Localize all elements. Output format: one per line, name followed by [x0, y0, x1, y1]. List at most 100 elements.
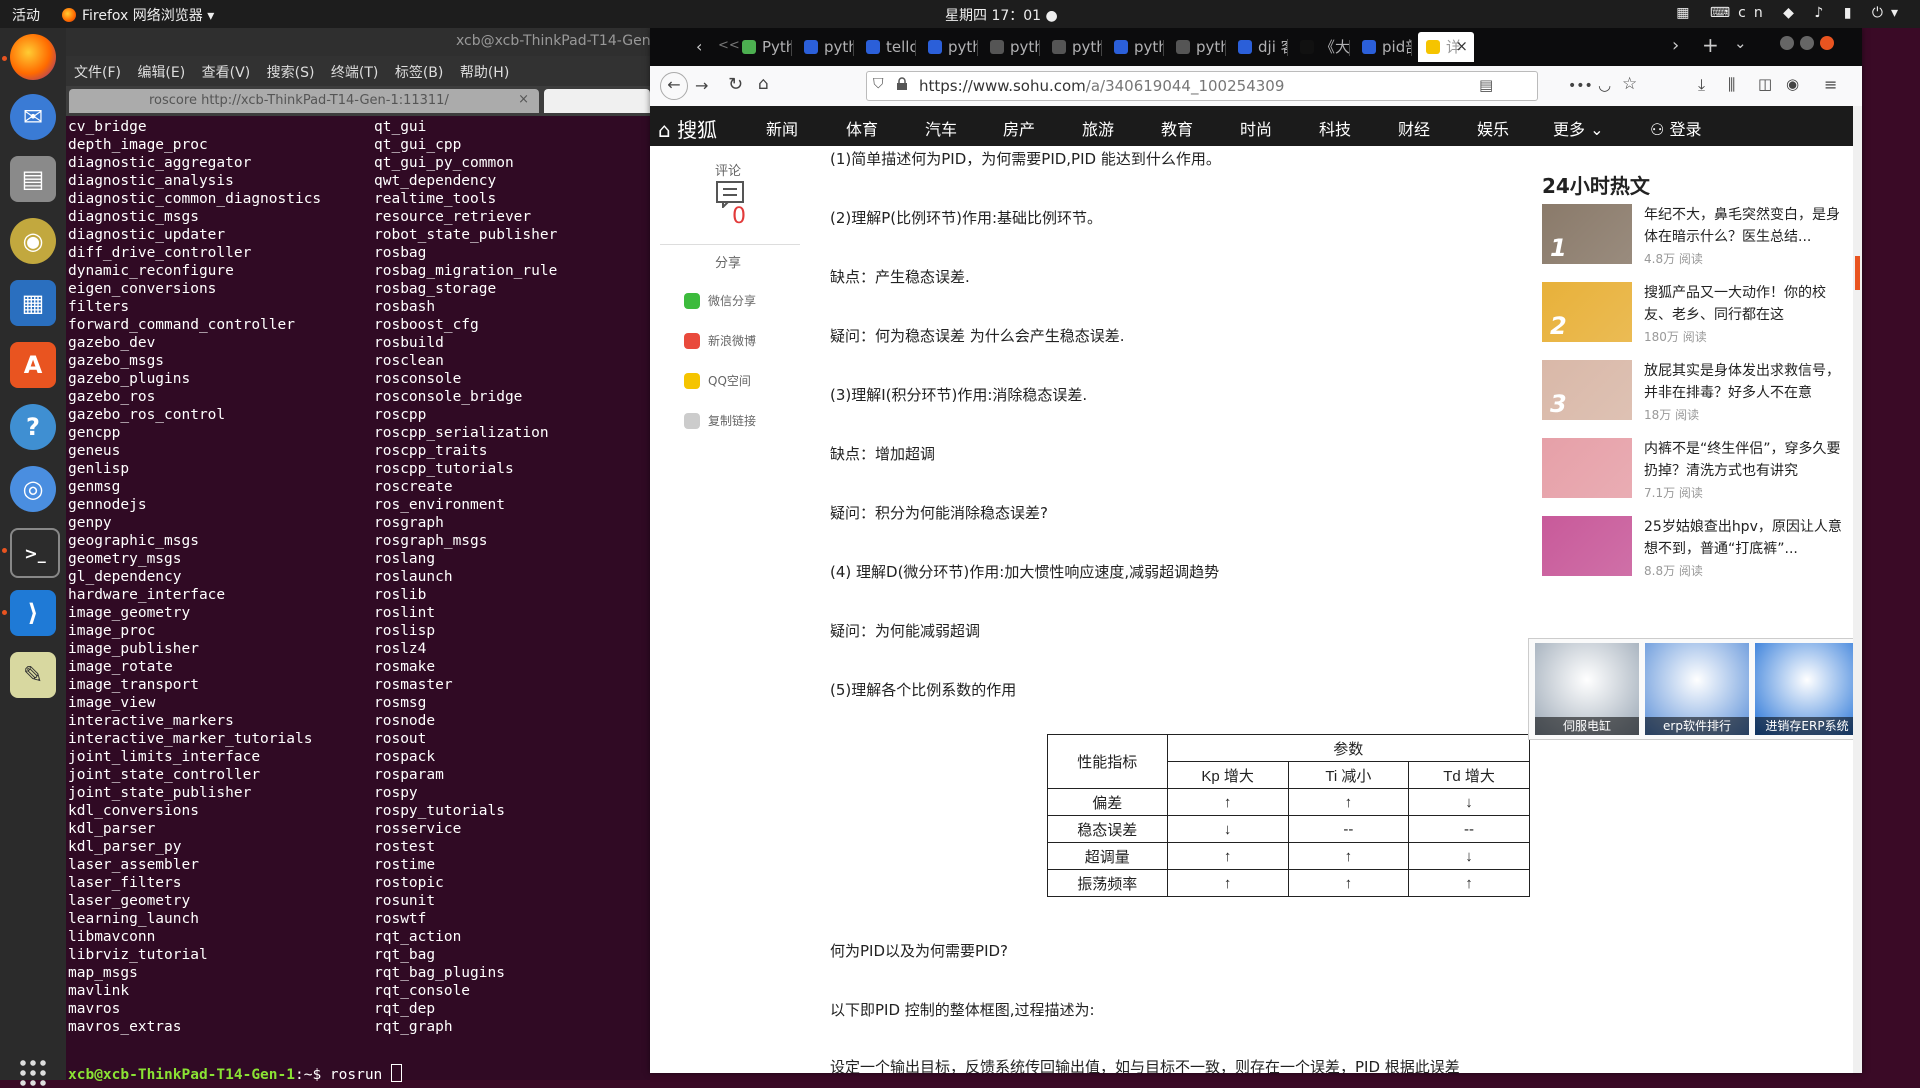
tab-overflow-indicator[interactable]: <<: [718, 38, 740, 53]
browser-tab[interactable]: pyth: [796, 32, 854, 62]
browser-tab[interactable]: pyth: [1168, 32, 1226, 62]
hamburger-menu-icon[interactable]: ≡: [1824, 75, 1837, 94]
browser-tab[interactable]: tello: [858, 32, 916, 62]
nav-item-house[interactable]: 房产: [1003, 116, 1035, 140]
scrollbar-thumb[interactable]: [1855, 256, 1860, 290]
show-apps-icon[interactable]: [18, 1058, 48, 1088]
browser-tab[interactable]: 详 ×: [1418, 32, 1474, 62]
close-tab-icon[interactable]: ×: [1455, 37, 1468, 55]
app-menu[interactable]: Firefox 网络浏览器 ▾: [62, 5, 214, 25]
article-thumbnail[interactable]: [1542, 438, 1632, 498]
close-window-icon[interactable]: [1820, 36, 1834, 50]
article-thumbnail[interactable]: 1: [1542, 204, 1632, 264]
menu-tabs[interactable]: 标签(B): [395, 62, 444, 82]
lock-icon[interactable]: [895, 77, 909, 91]
software-center-icon[interactable]: A: [10, 342, 56, 388]
hot-article[interactable]: 1 年纪不大，鼻毛突然变白，是身体在暗示什么？医生总结... 4.8万 阅读: [1542, 204, 1852, 276]
terminal-window[interactable]: xcb@xcb-ThinkPad-T14-Gen 文件(F) 编辑(E) 查看(…: [66, 28, 651, 1083]
nav-item-travel[interactable]: 旅游: [1082, 116, 1114, 140]
menu-edit[interactable]: 编辑(E): [137, 62, 185, 82]
minimize-icon[interactable]: [1780, 36, 1794, 50]
nav-item-entertainment[interactable]: 娱乐: [1477, 116, 1509, 140]
ad-tile[interactable]: erp软件排行: [1645, 643, 1749, 735]
rhythmbox-icon[interactable]: ◉: [10, 218, 56, 264]
clock[interactable]: 星期四 17：01 ●: [945, 5, 1058, 25]
back-icon[interactable]: ←: [660, 72, 688, 100]
gedit-icon[interactable]: ✎: [10, 652, 56, 698]
share-item[interactable]: 新浪微博: [684, 332, 756, 349]
hot-article-title[interactable]: 25岁姑娘查出hpv，原因让人意想不到，普通“打底裤”...: [1644, 516, 1844, 560]
browser-tab[interactable]: pyth: [1044, 32, 1102, 62]
bookmark-star-icon[interactable]: ☆: [1622, 74, 1637, 94]
menu-file[interactable]: 文件(F): [74, 62, 121, 82]
page-actions-icon[interactable]: •••: [1568, 78, 1593, 94]
browser-tab[interactable]: pid剖: [1354, 32, 1412, 62]
terminal-tab-2[interactable]: [544, 89, 650, 113]
shield-icon[interactable]: ⛉: [873, 76, 884, 92]
sidebar-icon[interactable]: ◫: [1758, 75, 1772, 93]
command-prompt[interactable]: xcb@xcb-ThinkPad-T14-Gen-1:~$ rosrun: [68, 1064, 403, 1084]
menu-terminal[interactable]: 终端(T): [331, 62, 378, 82]
system-tray[interactable]: ▦ ⌨cn ◆ ♪ ▮ ⏻▾: [1676, 5, 1906, 21]
share-item[interactable]: 复制链接: [684, 412, 756, 429]
reload-icon[interactable]: ↻: [728, 74, 743, 95]
activities-button[interactable]: 活动: [12, 5, 40, 25]
share-item[interactable]: QQ空间: [684, 372, 751, 389]
terminal-titlebar[interactable]: xcb@xcb-ThinkPad-T14-Gen: [66, 28, 651, 56]
hot-article[interactable]: 2 搜狐产品又一大动作！你的校友、老乡、同行都在这 180万 阅读: [1542, 282, 1852, 354]
library-icon[interactable]: ⫼: [1728, 75, 1735, 95]
firefox-window[interactable]: ‹ Pyth pyth tello pyth pyth pyth pyth pyth dji 客…: [650, 28, 1862, 1073]
browser-tab[interactable]: pyth: [982, 32, 1040, 62]
downloads-icon[interactable]: ⤓: [1698, 75, 1705, 95]
thunderbird-icon[interactable]: ✉: [10, 94, 56, 140]
terminal-icon[interactable]: >_: [10, 528, 60, 578]
list-tabs-icon[interactable]: ⌄: [1734, 34, 1747, 52]
scroll-tabs-left-icon[interactable]: ‹: [696, 37, 702, 56]
browser-tab[interactable]: Pyth: [734, 32, 792, 62]
nav-item-finance[interactable]: 财经: [1398, 116, 1430, 140]
article-thumbnail[interactable]: 2: [1542, 282, 1632, 342]
files-icon[interactable]: ▤: [10, 156, 56, 202]
hot-article[interactable]: 内裤不是“终生伴侣”，穿多久要扔掉？清洗方式也有讲究 7.1万 阅读: [1542, 438, 1852, 510]
scroll-tabs-right-icon[interactable]: ›: [1672, 35, 1679, 56]
maximize-icon[interactable]: [1800, 36, 1814, 50]
writer-icon[interactable]: ▦: [10, 280, 56, 326]
page-scrollbar[interactable]: [1853, 106, 1862, 1073]
ad-tile[interactable]: 进销存ERP系统: [1755, 643, 1853, 735]
site-logo[interactable]: ⌂ 搜狐: [658, 114, 717, 143]
browser-tab[interactable]: 《大: [1292, 32, 1350, 62]
terminal-tab[interactable]: roscore http://xcb-ThinkPad-T14-Gen-1:11…: [69, 89, 539, 113]
firefox-icon[interactable]: [10, 34, 56, 80]
nav-item-education[interactable]: 教育: [1161, 116, 1193, 140]
hot-article[interactable]: 3 放屁其实是身体发出求救信号，并非在排毒？好多人不在意 18万 阅读: [1542, 360, 1852, 432]
home-icon[interactable]: ⌂: [758, 74, 769, 94]
url-bar[interactable]: ⛉ https://www.sohu.com/a/340619044_10025…: [866, 71, 1538, 101]
nav-item-fashion[interactable]: 时尚: [1240, 116, 1272, 140]
chromium-icon[interactable]: ◎: [10, 466, 56, 512]
reader-view-icon[interactable]: ▤: [1479, 76, 1493, 94]
hot-article-title[interactable]: 内裤不是“终生伴侣”，穿多久要扔掉？清洗方式也有讲究: [1644, 438, 1844, 482]
hot-article-title[interactable]: 放屁其实是身体发出求救信号，并非在排毒？好多人不在意: [1644, 360, 1844, 404]
hot-article[interactable]: 25岁姑娘查出hpv，原因让人意想不到，普通“打底裤”... 8.8万 阅读: [1542, 516, 1852, 588]
vscode-icon[interactable]: ⟩: [10, 590, 56, 636]
forward-icon[interactable]: →: [695, 76, 708, 95]
login-link[interactable]: ⚇ 登录: [1650, 116, 1701, 140]
ad-tile[interactable]: 伺服电缸: [1535, 643, 1639, 735]
nav-item-sports[interactable]: 体育: [846, 116, 878, 140]
share-item[interactable]: 微信分享: [684, 292, 756, 309]
browser-tab[interactable]: pyth: [1106, 32, 1164, 62]
hot-article-title[interactable]: 搜狐产品又一大动作！你的校友、老乡、同行都在这: [1644, 282, 1844, 326]
nav-item-more[interactable]: 更多 ⌄: [1553, 116, 1604, 140]
browser-tab[interactable]: pyth: [920, 32, 978, 62]
browser-tab[interactable]: dji 客: [1230, 32, 1288, 62]
close-icon[interactable]: ×: [518, 92, 529, 107]
nav-item-tech[interactable]: 科技: [1319, 116, 1351, 140]
menu-search[interactable]: 搜索(S): [267, 62, 315, 82]
new-tab-icon[interactable]: +: [1702, 33, 1719, 57]
hot-article-title[interactable]: 年纪不大，鼻毛突然变白，是身体在暗示什么？医生总结...: [1644, 204, 1844, 248]
article-thumbnail[interactable]: 3: [1542, 360, 1632, 420]
nav-item-auto[interactable]: 汽车: [925, 116, 957, 140]
help-icon[interactable]: ?: [10, 404, 56, 450]
menu-help[interactable]: 帮助(H): [460, 62, 509, 82]
pocket-icon[interactable]: ◡: [1598, 76, 1611, 94]
